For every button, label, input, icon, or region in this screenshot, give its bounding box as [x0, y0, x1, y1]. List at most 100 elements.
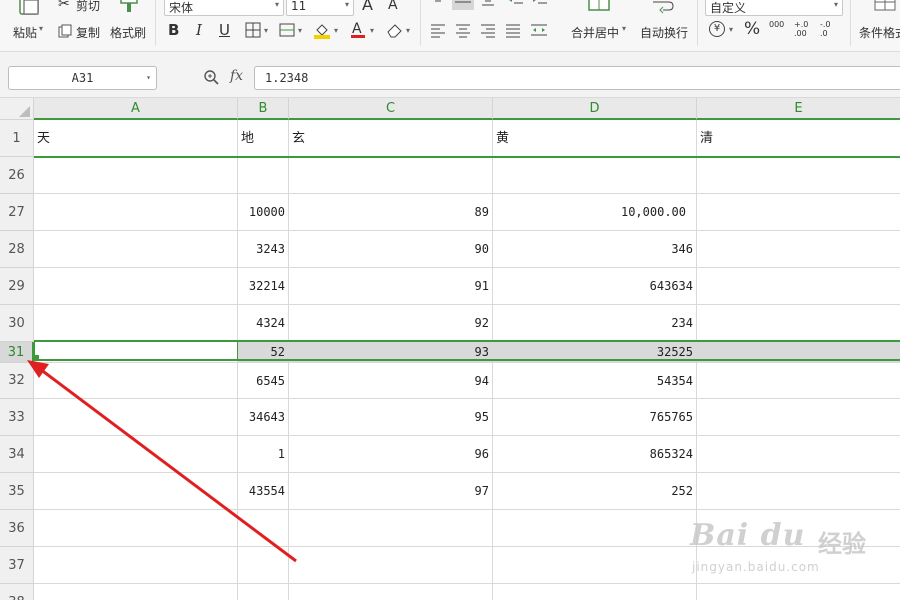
active-cell-a31[interactable] [34, 341, 238, 360]
merge-center-icon[interactable] [587, 0, 611, 18]
format-painter-label[interactable]: 格式刷 [110, 24, 146, 41]
currency-icon[interactable]: ¥ [709, 21, 725, 37]
cell-a35[interactable] [34, 473, 238, 510]
select-all-corner[interactable] [0, 98, 34, 120]
cell-b29[interactable]: 32214 [238, 268, 289, 305]
formula-input[interactable]: 1.2348 [254, 66, 900, 90]
insert-function-icon[interactable]: fx [230, 68, 243, 84]
cell-c35[interactable]: 97 [289, 473, 493, 510]
cell-d36[interactable] [493, 510, 697, 547]
column-header-d[interactable]: D [493, 98, 697, 120]
cell-e1[interactable]: 清 [697, 120, 900, 157]
row-header-36[interactable]: 36 [0, 510, 34, 547]
font-size-select[interactable]: 11 ▾ [286, 0, 354, 16]
align-bottom-icon[interactable] [480, 0, 496, 13]
font-color-icon[interactable]: A [350, 20, 366, 44]
align-middle-icon[interactable] [452, 0, 474, 10]
increase-decimal-button[interactable]: +.0 .00 [794, 20, 816, 38]
cell-a32[interactable] [34, 363, 238, 399]
cell-b31[interactable]: 52 [238, 342, 289, 363]
cell-e29[interactable] [697, 268, 900, 305]
column-header-e[interactable]: E [697, 98, 900, 120]
column-header-b[interactable]: B [238, 98, 289, 120]
cell-b28[interactable]: 3243 [238, 231, 289, 268]
scissors-icon[interactable]: ✂ [58, 0, 70, 12]
align-center-icon[interactable] [455, 22, 471, 42]
fill-handle[interactable] [34, 355, 39, 360]
zoom-search-icon[interactable] [203, 69, 219, 85]
cell-c31[interactable]: 93 [289, 342, 493, 363]
cell-a33[interactable] [34, 399, 238, 436]
cell-d28[interactable]: 346 [493, 231, 697, 268]
row-header-32[interactable]: 32 [0, 363, 34, 399]
cell-b30[interactable]: 4324 [238, 305, 289, 342]
eraser-icon[interactable] [386, 22, 404, 42]
format-painter-icon[interactable] [118, 0, 140, 18]
cell-a29[interactable] [34, 268, 238, 305]
underline-button[interactable]: U [219, 21, 230, 39]
cell-d30[interactable]: 234 [493, 305, 697, 342]
cell-a36[interactable] [34, 510, 238, 547]
align-top-icon[interactable] [430, 0, 446, 13]
cell-b1[interactable]: 地 [238, 120, 289, 157]
cell-b27[interactable]: 10000 [238, 194, 289, 231]
cell-d1[interactable]: 黄 [493, 120, 697, 157]
cell-b35[interactable]: 43554 [238, 473, 289, 510]
fill-pattern-icon[interactable] [279, 22, 295, 42]
cell-e32[interactable] [697, 363, 900, 399]
border-icon[interactable] [245, 22, 261, 42]
row-header-30[interactable]: 30 [0, 305, 34, 342]
font-color-dropdown-icon[interactable]: ▾ [370, 26, 374, 35]
cell-d38[interactable] [493, 584, 697, 600]
grow-font-icon[interactable]: A [362, 0, 373, 14]
cell-e34[interactable] [697, 436, 900, 473]
cell-c28[interactable]: 90 [289, 231, 493, 268]
cell-d26[interactable] [493, 157, 697, 194]
cell-a38[interactable] [34, 584, 238, 600]
cell-c1[interactable]: 玄 [289, 120, 493, 157]
cell-c38[interactable] [289, 584, 493, 600]
cell-e27[interactable] [697, 194, 900, 231]
number-format-select[interactable]: 自定义 ▾ [705, 0, 843, 16]
justify-icon[interactable] [505, 22, 521, 42]
wrap-text-icon[interactable] [651, 0, 675, 18]
wrap-text-button[interactable]: 自动换行 [640, 24, 688, 41]
cell-a1[interactable]: 天 [34, 120, 238, 157]
cell-d29[interactable]: 643634 [493, 268, 697, 305]
paste-dropdown-icon[interactable]: ▾ [39, 24, 43, 33]
row-header-26[interactable]: 26 [0, 157, 34, 194]
row-header-29[interactable]: 29 [0, 268, 34, 305]
column-header-c[interactable]: C [289, 98, 493, 120]
eraser-dropdown-icon[interactable]: ▾ [406, 26, 410, 35]
cell-c29[interactable]: 91 [289, 268, 493, 305]
fill-color-dropdown-icon[interactable]: ▾ [334, 26, 338, 35]
bold-button[interactable]: B [168, 21, 179, 39]
cell-b37[interactable] [238, 547, 289, 584]
cell-c32[interactable]: 94 [289, 363, 493, 399]
cell-a28[interactable] [34, 231, 238, 268]
cell-d37[interactable] [493, 547, 697, 584]
cell-b26[interactable] [238, 157, 289, 194]
cell-e28[interactable] [697, 231, 900, 268]
cell-b36[interactable] [238, 510, 289, 547]
cell-e33[interactable] [697, 399, 900, 436]
merge-dropdown-icon[interactable]: ▾ [622, 24, 626, 33]
cell-c34[interactable]: 96 [289, 436, 493, 473]
copy-icon[interactable] [58, 23, 72, 42]
currency-dropdown-icon[interactable]: ▾ [729, 25, 733, 34]
conditional-format-icon[interactable] [873, 0, 899, 18]
cell-b34[interactable]: 1 [238, 436, 289, 473]
cell-c36[interactable] [289, 510, 493, 547]
decrease-indent-icon[interactable] [508, 0, 524, 13]
cell-c26[interactable] [289, 157, 493, 194]
cell-d35[interactable]: 252 [493, 473, 697, 510]
cell-d32[interactable]: 54354 [493, 363, 697, 399]
paste-icon[interactable] [16, 0, 42, 20]
percent-button[interactable]: % [744, 19, 760, 39]
shrink-font-icon[interactable]: A [388, 0, 398, 13]
row-header-1[interactable]: 1 [0, 120, 34, 157]
paste-button-label[interactable]: 粘贴 [13, 24, 37, 41]
increase-indent-icon[interactable] [532, 0, 548, 13]
distributed-align-icon[interactable] [530, 22, 548, 42]
row-header-27[interactable]: 27 [0, 194, 34, 231]
